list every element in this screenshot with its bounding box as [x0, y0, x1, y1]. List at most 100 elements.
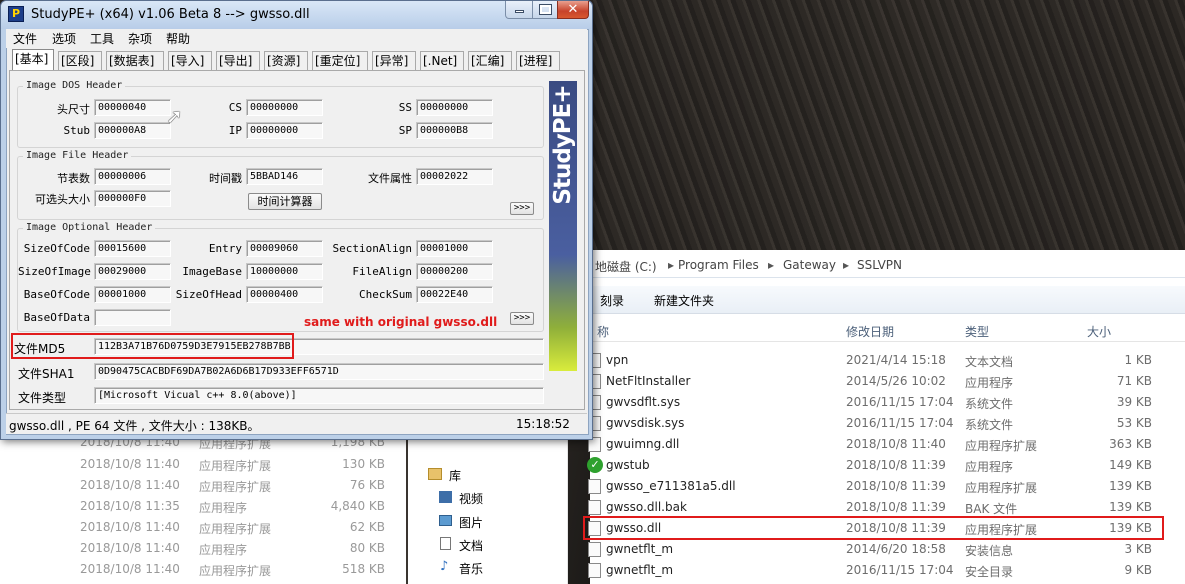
field-label: 文件SHA1	[18, 367, 75, 381]
tab-process[interactable]: [进程]	[516, 51, 560, 70]
field-label: FileAlign	[352, 265, 412, 278]
tab-imports[interactable]: [导入]	[168, 51, 212, 70]
table-row[interactable]: gwuimng.dll 2018/10/8 11:40 应用程序扩展 363 KB	[588, 434, 1185, 455]
column-date[interactable]: 修改日期	[846, 323, 894, 340]
minimize-icon	[515, 10, 524, 13]
tab-resources[interactable]: [资源]	[264, 51, 308, 70]
cs-field[interactable]: 00000000	[246, 99, 323, 116]
size-of-head-field[interactable]: 00000400	[246, 286, 323, 303]
optional-header-more-button[interactable]: >>>	[510, 312, 534, 325]
breadcrumb-item[interactable]: Gateway	[783, 258, 836, 272]
size-of-code-field[interactable]: 00015600	[94, 240, 171, 257]
size-of-image-field[interactable]: 00029000	[94, 263, 171, 280]
head-size-field[interactable]: 00000040	[94, 99, 171, 116]
list-item[interactable]: 2018/10/8 11:40 应用程序 80 KB	[0, 538, 406, 559]
file-align-field[interactable]: 00000200	[416, 263, 493, 280]
field-label: 可选头大小	[35, 193, 90, 206]
field-label: SP	[398, 124, 412, 137]
menu-bar: 文件 选项 工具 杂项 帮助	[6, 29, 587, 48]
list-item[interactable]: 2018/10/8 11:40 应用程序扩展 518 KB	[0, 559, 406, 580]
sp-field[interactable]: 000000B8	[416, 122, 493, 139]
pictures-icon	[439, 515, 452, 526]
chevron-right-icon: ▸	[843, 258, 850, 272]
tab-disassembly[interactable]: [汇编]	[468, 51, 512, 70]
file-attributes-field[interactable]: 00002022	[416, 168, 493, 185]
table-row[interactable]: NetFltInstaller 2014/5/26 10:02 应用程序 71 KB	[588, 371, 1185, 392]
background-explorer-left: 2018/10/8 11:40 应用程序扩展 1,198 KB 2018/10/8 …	[0, 430, 406, 584]
address-bar[interactable]: 地磁盘 (C:) ▸ Program Files ▸ Gateway ▸ SSL…	[590, 254, 1185, 278]
menu-misc[interactable]: 杂项	[128, 30, 152, 47]
nav-item-videos[interactable]: 视频	[459, 490, 483, 507]
breadcrumb-item[interactable]: Program Files	[678, 258, 759, 272]
table-row[interactable]: gwvsdflt.sys 2016/11/15 17:04 系统文件 39 KB	[588, 392, 1185, 413]
field-label: SizeOfCode	[23, 242, 90, 255]
column-size[interactable]: 大小	[1087, 323, 1111, 340]
tab-data-tables[interactable]: [数据表]	[106, 51, 164, 70]
checksum-field[interactable]: 00022E40	[416, 286, 493, 303]
window-title: StudyPE+ (x64) v1.06 Beta 8 --> gwsso.dl…	[31, 7, 310, 22]
list-item[interactable]: 2018/10/8 11:40 应用程序扩展 76 KB	[0, 475, 406, 496]
burn-button[interactable]: 刻录	[600, 292, 624, 309]
table-row[interactable]: gwnetflt_m 2014/6/20 18:58 安装信息 3 KB	[588, 539, 1185, 560]
tab-relocations[interactable]: [重定位]	[312, 51, 368, 70]
minimize-button[interactable]	[505, 1, 533, 19]
column-type[interactable]: 类型	[965, 323, 989, 340]
table-row[interactable]: ✓ gwstub 2018/10/8 11:39 应用程序 149 KB	[587, 455, 1185, 476]
time-calculator-button[interactable]: 时间计算器	[248, 193, 322, 210]
ip-field[interactable]: 00000000	[246, 122, 323, 139]
table-row[interactable]: gwvsdisk.sys 2016/11/15 17:04 系统文件 53 KB	[588, 413, 1185, 434]
maximize-button[interactable]	[532, 1, 558, 19]
table-row[interactable]: gwnetflt_m 2016/11/15 17:04 安全目录 9 KB	[588, 560, 1185, 581]
image-base-field[interactable]: 10000000	[246, 263, 323, 280]
column-name[interactable]: 称	[597, 323, 609, 340]
video-icon	[439, 491, 452, 503]
tab-exports[interactable]: [导出]	[216, 51, 260, 70]
ss-field[interactable]: 00000000	[416, 99, 493, 116]
list-item[interactable]: 2018/10/8 11:35 应用程序 4,840 KB	[0, 496, 406, 517]
list-item[interactable]: 2018/10/8 11:40 应用程序扩展 130 KB	[0, 454, 406, 475]
check-icon: ✓	[587, 457, 603, 473]
nav-item-music[interactable]: 音乐	[459, 560, 483, 577]
optional-header-size-field[interactable]: 000000F0	[94, 190, 171, 207]
breadcrumb-item[interactable]: SSLVPN	[857, 258, 902, 272]
app-icon: P	[8, 6, 24, 22]
breadcrumb-item[interactable]: 地磁盘 (C:)	[595, 258, 657, 275]
section-align-field[interactable]: 00001000	[416, 240, 493, 257]
menu-options[interactable]: 选项	[52, 30, 76, 47]
field-label: SectionAlign	[332, 242, 412, 255]
new-folder-button[interactable]: 新建文件夹	[654, 292, 714, 309]
table-row[interactable]: gwsso.dll.bak 2018/10/8 11:39 BAK 文件 139 KB	[588, 497, 1185, 518]
file-type-field[interactable]: [Microsoft Vicual c++ 8.0(above)]	[94, 387, 544, 404]
menu-tools[interactable]: 工具	[90, 30, 114, 47]
menu-file[interactable]: 文件	[13, 30, 37, 47]
file-header-more-button[interactable]: >>>	[510, 202, 534, 215]
menu-help[interactable]: 帮助	[166, 30, 190, 47]
file-icon	[588, 500, 601, 515]
base-of-data-field[interactable]	[94, 309, 171, 326]
list-item[interactable]: 2018/10/8 11:40 应用程序扩展 62 KB	[0, 517, 406, 538]
mouse-cursor-icon: ➚	[166, 104, 183, 128]
field-label: SizeOfImage	[18, 265, 91, 278]
field-label: 时间戳	[209, 172, 242, 185]
nav-item-library[interactable]: 库	[449, 467, 461, 484]
tab-basic[interactable]: [基本]	[12, 49, 54, 71]
nav-item-documents[interactable]: 文档	[459, 537, 483, 554]
file-header-group	[17, 156, 544, 220]
navigation-pane: 库 视频 图片 文档 ♪ 音乐	[408, 440, 568, 584]
tab-dotnet[interactable]: [.Net]	[420, 51, 464, 70]
nav-item-pictures[interactable]: 图片	[459, 514, 483, 531]
sha1-field[interactable]: 0D90475CACBDF69DA7B02A6D6B17D933EFF6571D	[94, 363, 544, 380]
base-of-code-field[interactable]: 00001000	[94, 286, 171, 303]
field-label: 文件类型	[18, 391, 67, 405]
stub-field[interactable]: 000000A8	[94, 122, 171, 139]
sections-count-field[interactable]: 00000006	[94, 168, 171, 185]
wallpaper-image	[590, 0, 1185, 255]
field-label: CS	[228, 101, 242, 114]
table-row[interactable]: gwsso_e711381a5.dll 2018/10/8 11:39 应用程序扩展…	[588, 476, 1185, 497]
timestamp-field[interactable]: 5BBAD146	[246, 168, 323, 185]
table-row[interactable]: vpn 2021/4/14 15:18 文本文档 1 KB	[588, 350, 1185, 371]
tab-sections[interactable]: [区段]	[58, 51, 102, 70]
tab-exceptions[interactable]: [异常]	[372, 51, 416, 70]
entry-point-field[interactable]: 00009060	[246, 240, 323, 257]
close-button[interactable]: ✕	[557, 1, 589, 19]
